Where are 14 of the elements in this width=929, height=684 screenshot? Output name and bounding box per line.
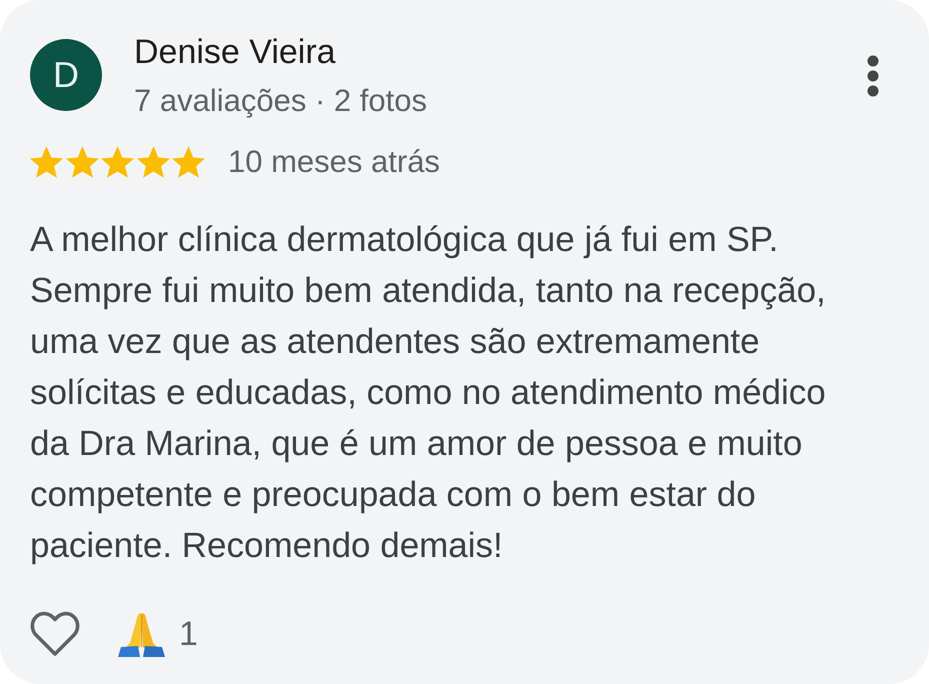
avatar: D: [30, 39, 102, 111]
star-icon: [172, 146, 205, 178]
reaction-count: 1: [179, 614, 198, 654]
more-vert-icon: [867, 55, 879, 97]
star-icon: [30, 146, 63, 178]
star-icon: [66, 146, 98, 178]
heart-icon[interactable]: [30, 611, 80, 657]
review-text: A melhor clínica dermatológica que já fui em SP. Sempre fui muito bem atendida, tanto na recepção, uma vez que as atendentes são extremamente solícitas e educadas, como no atendimento médico da Dra Marina, que é um amor de pessoa e muito competente e preocupada com o bem estar do paciente. Recomendo demais!: [30, 219, 827, 567]
star-icon: [136, 146, 170, 178]
review-time: 10 meses atrás: [228, 143, 440, 181]
star-icon: [101, 146, 134, 178]
author-stats: 7 avaliações · 2 fotos: [134, 82, 427, 120]
author-name[interactable]: Denise Vieira: [134, 32, 336, 72]
praying-hands-icon[interactable]: [118, 611, 165, 657]
